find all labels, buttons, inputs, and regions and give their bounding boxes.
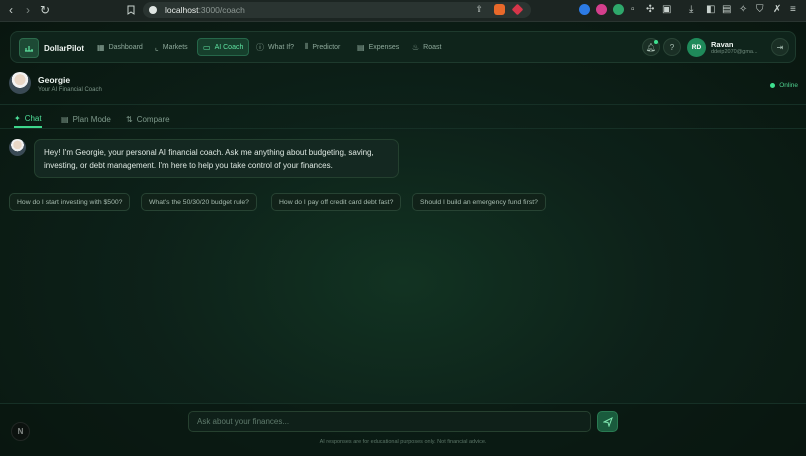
grid-icon: ▦ [97,42,105,52]
send-icon [602,416,613,427]
app-root: DollarPilot ▦ Dashboard ⌞ Markets ▭ AI Coac… [0,22,806,456]
puzzle-icon[interactable]: ✣ [646,3,654,17]
status-badge: Online [770,82,798,89]
extension-green-icon[interactable] [613,4,624,15]
share-icon[interactable]: ⇪ [475,4,483,15]
url-host: localhost [165,5,199,15]
disclaimer: AI responses are for educational purpose… [319,439,487,445]
assistant-message: Hey! I'm Georgie, your personal AI finan… [34,139,399,178]
tab-compare[interactable]: ⇅ Compare [126,110,170,128]
coach-role: Your AI Financial Coach [38,87,102,93]
sidebar-icon[interactable]: ◧ [706,3,715,17]
flame-icon: ♨ [412,42,420,52]
logout-button[interactable]: ⇥ [771,38,789,56]
user-email: ddeip2070@gma... [711,49,758,55]
tools-icon[interactable]: ✗ [773,3,781,17]
notifications-button[interactable]: 🔔︎ [642,38,660,56]
user-name: Ravan [711,40,734,49]
help-button[interactable]: ? [663,38,681,56]
nav-predictor[interactable]: ⫴ Predictor [300,38,345,56]
extension-blue-icon[interactable] [579,4,590,15]
address-bar[interactable]: localhost:3000/coach ⇪ [143,2,531,18]
tab-label: Compare [136,114,170,124]
nav-ai-coach[interactable]: ▭ AI Coach [197,38,250,56]
logo-icon [19,38,39,58]
calendar-icon: ▤ [61,114,69,124]
url-path: :3000/coach [198,5,245,15]
bookmark-icon[interactable] [123,2,139,18]
reload-icon[interactable]: ↻ [37,2,53,18]
back-icon[interactable]: ‹ [3,2,19,18]
nav-dashboard[interactable]: ▦ Dashboard [92,38,148,56]
coach-avatar [9,72,31,94]
online-dot-icon [770,83,776,88]
brand-name: DollarPilot [44,43,85,53]
nav-label: Expenses [368,43,400,51]
nav-label: AI Coach [214,43,244,51]
suggestion-chip[interactable]: How do I start investing with $500? [9,193,131,211]
chart-icon: ⌞ [155,42,159,52]
receipt-icon: ▤ [357,42,365,52]
logout-icon: ⇥ [776,42,784,52]
nav-label: Markets [162,43,188,51]
coach-header: Georgie Your AI Financial Coach Online [0,70,806,105]
nav-roast[interactable]: ♨ Roast [407,38,446,56]
forward-icon[interactable]: › [20,2,36,18]
brave-shield-icon[interactable] [494,4,505,15]
nav-expenses[interactable]: ▤ Expenses [352,38,404,56]
top-navbar: DollarPilot ▦ Dashboard ⌞ Markets ▭ AI Coac… [10,31,796,63]
vpn-icon[interactable]: ⛉ [756,3,764,17]
suggestion-chip[interactable]: What's the 50/30/20 budget rule? [141,193,257,211]
nav-label: What If? [268,43,295,51]
help-icon: ? [669,42,675,52]
coach-tabs: ✦ Chat ▤ Plan Mode ⇅ Compare [0,106,806,129]
chat-icon: ▭ [203,42,211,52]
nav-markets[interactable]: ⌞ Markets [150,38,193,56]
send-button[interactable] [597,411,618,432]
leo-ai-icon[interactable]: ✧ [739,3,747,17]
nav-label: Dashboard [108,43,143,51]
tab-label: Plan Mode [72,114,111,124]
site-info-icon[interactable] [149,6,157,14]
download-icon[interactable]: ⤓ [689,3,693,17]
suggestion-chip[interactable]: Should I build an emergency fund first? [412,193,546,211]
bars-icon: ⫴ [305,42,309,51]
tab-chat[interactable]: ✦ Chat [14,110,42,128]
message-avatar [9,139,26,156]
extension-small-icon[interactable]: ▫ [631,3,635,17]
status-text: Online [779,82,798,89]
nav-label: Roast [423,43,442,51]
coach-name: Georgie [38,75,71,85]
tab-label: Chat [24,113,42,123]
notification-dot [654,40,658,44]
nav-label: Predictor [312,43,341,51]
screenshot-icon[interactable]: ▣ [662,3,671,17]
chat-composer: AI responses are for educational purpose… [0,403,806,456]
compare-icon: ⇅ [126,114,133,124]
sparkle-icon: ✦ [14,113,21,123]
user-avatar[interactable]: RD [687,38,706,57]
extension-pink-icon[interactable] [596,4,607,15]
nav-what-if[interactable]: ⓘ What If? [251,38,299,56]
suggestion-chip[interactable]: How do I pay off credit card debt fast? [271,193,402,211]
question-icon: ⓘ [256,42,264,52]
menu-icon[interactable]: ≡ [790,3,796,17]
brand[interactable]: DollarPilot [19,38,84,58]
chat-input[interactable] [188,411,591,432]
wallet-icon[interactable]: ▤ [722,3,731,17]
tab-plan-mode[interactable]: ▤ Plan Mode [61,110,111,128]
browser-toolbar: ‹ › ↻ localhost:3000/coach ⇪ ▫ ✣ ▣ ⤓ ◧ ▤… [0,0,806,22]
